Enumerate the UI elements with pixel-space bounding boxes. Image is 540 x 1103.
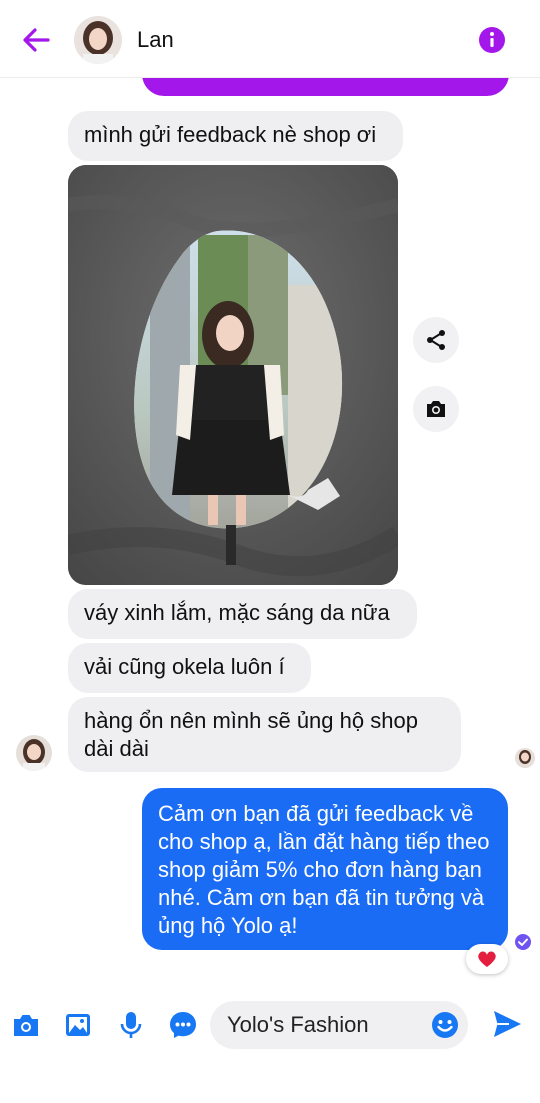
- save-photo-button[interactable]: [413, 386, 459, 432]
- share-button[interactable]: [413, 317, 459, 363]
- message-composer: Yolo's Fashion: [0, 996, 540, 1060]
- message-text: Cảm ơn bạn đã gửi feedback về cho shop ạ…: [158, 801, 490, 938]
- message-text: vải cũng okela luôn í: [84, 654, 285, 679]
- message-input-value[interactable]: Yolo's Fashion: [227, 1012, 369, 1038]
- chat-header: Lan: [0, 0, 540, 78]
- reaction-badge[interactable]: [466, 944, 508, 974]
- emoji-icon[interactable]: [430, 1010, 460, 1040]
- message-text: mình gửi feedback nè shop ơi: [84, 122, 377, 147]
- incoming-message[interactable]: mình gửi feedback nè shop ơi: [68, 111, 403, 161]
- message-text: hàng ổn nên mình sẽ ủng hộ shop dài dài: [84, 708, 418, 761]
- back-arrow-icon[interactable]: [18, 22, 54, 58]
- incoming-message[interactable]: vải cũng okela luôn í: [68, 643, 311, 693]
- camera-icon[interactable]: [11, 1010, 41, 1040]
- camera-icon: [427, 401, 445, 417]
- sent-check-icon: [514, 933, 532, 951]
- message-text: váy xinh lắm, mặc sáng da nữa: [84, 600, 390, 625]
- contact-avatar-small[interactable]: [16, 735, 52, 771]
- message-input[interactable]: Yolo's Fashion: [210, 1001, 468, 1049]
- info-icon[interactable]: [478, 26, 506, 54]
- incoming-message[interactable]: váy xinh lắm, mặc sáng da nữa: [68, 589, 417, 639]
- read-receipt-avatar: [515, 748, 535, 768]
- incoming-photo[interactable]: [68, 165, 398, 585]
- incoming-message[interactable]: hàng ổn nên mình sẽ ủng hộ shop dài dài: [68, 697, 461, 772]
- heart-icon: [478, 951, 496, 967]
- outgoing-message[interactable]: Cảm ơn bạn đã gửi feedback về cho shop ạ…: [142, 788, 508, 950]
- contact-name[interactable]: Lan: [137, 27, 174, 53]
- contact-avatar[interactable]: [74, 16, 122, 64]
- photo-image: [68, 165, 398, 585]
- gallery-icon[interactable]: [63, 1010, 93, 1040]
- microphone-icon[interactable]: [116, 1010, 146, 1040]
- send-icon[interactable]: [491, 1008, 523, 1040]
- messenger-icon[interactable]: [168, 1010, 198, 1040]
- share-icon: [427, 330, 445, 350]
